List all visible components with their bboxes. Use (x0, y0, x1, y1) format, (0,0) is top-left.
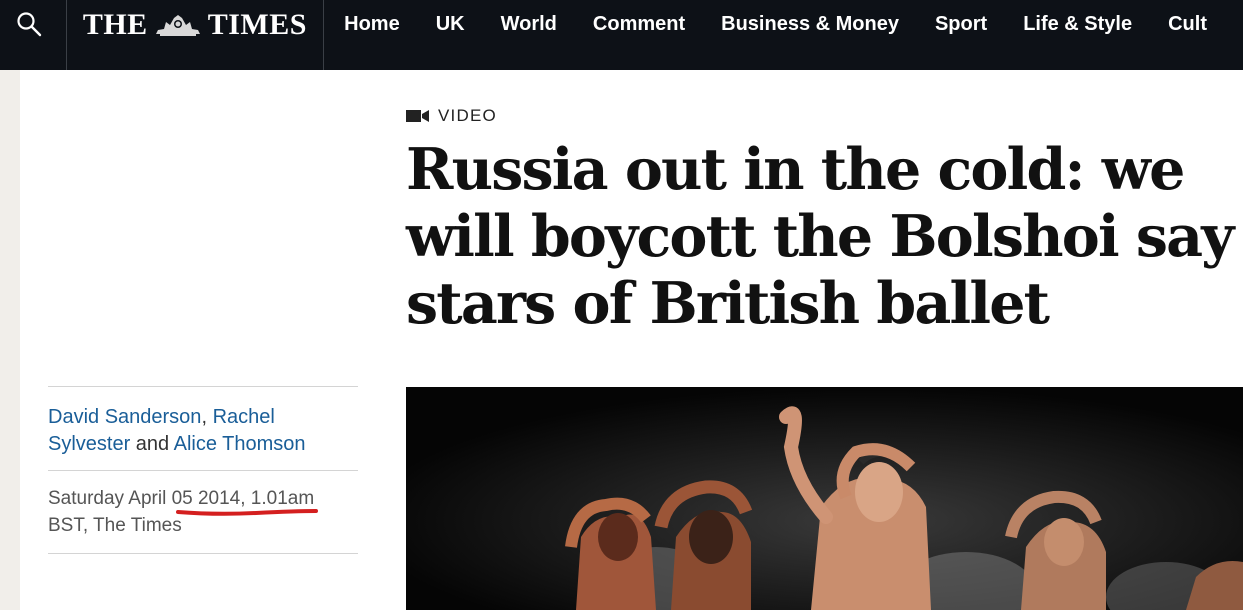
logo-times: TIMES (207, 8, 307, 41)
video-camera-icon (406, 110, 429, 122)
byline-column: David Sanderson, Rachel Sylvester and Al… (48, 386, 358, 554)
crest-icon (155, 15, 200, 36)
top-nav-bar: THE TIMES Home UK World Comment Business… (0, 0, 1243, 70)
red-annotation-underline (176, 509, 318, 516)
search-button[interactable] (0, 0, 67, 70)
publish-dateline: Saturday April 05 2014, 1.01am BST, The … (48, 471, 358, 553)
nav-comment[interactable]: Comment (593, 13, 703, 36)
nav-culture[interactable]: Cult (1168, 13, 1225, 36)
masthead-logo[interactable]: THE TIMES (67, 0, 325, 70)
hero-video-image[interactable] (406, 387, 1243, 610)
article-kicker: VIDEO (406, 106, 497, 126)
main-nav: Home UK World Comment Business & Money S… (324, 0, 1243, 70)
divider (48, 553, 358, 554)
article-headline: Russia out in the cold: we will boycott … (406, 136, 1234, 337)
kicker-label: VIDEO (438, 106, 497, 125)
logo-the: THE (82, 8, 148, 41)
byline-separator: , (201, 406, 213, 428)
author-link-david-sanderson[interactable]: David Sanderson (48, 406, 201, 428)
nav-business-money[interactable]: Business & Money (721, 13, 917, 36)
search-icon (17, 12, 42, 37)
nav-life-style[interactable]: Life & Style (1023, 13, 1150, 36)
ballet-dancers-photo (406, 387, 1243, 610)
byline-authors: David Sanderson, Rachel Sylvester and Al… (48, 387, 358, 470)
nav-sport[interactable]: Sport (935, 13, 1005, 36)
nav-uk[interactable]: UK (436, 13, 483, 36)
byline-separator: and (130, 433, 174, 455)
author-link-alice-thomson[interactable]: Alice Thomson (174, 433, 306, 455)
left-margin-strip (0, 70, 20, 610)
nav-home[interactable]: Home (344, 13, 418, 36)
nav-world[interactable]: World (501, 13, 575, 36)
